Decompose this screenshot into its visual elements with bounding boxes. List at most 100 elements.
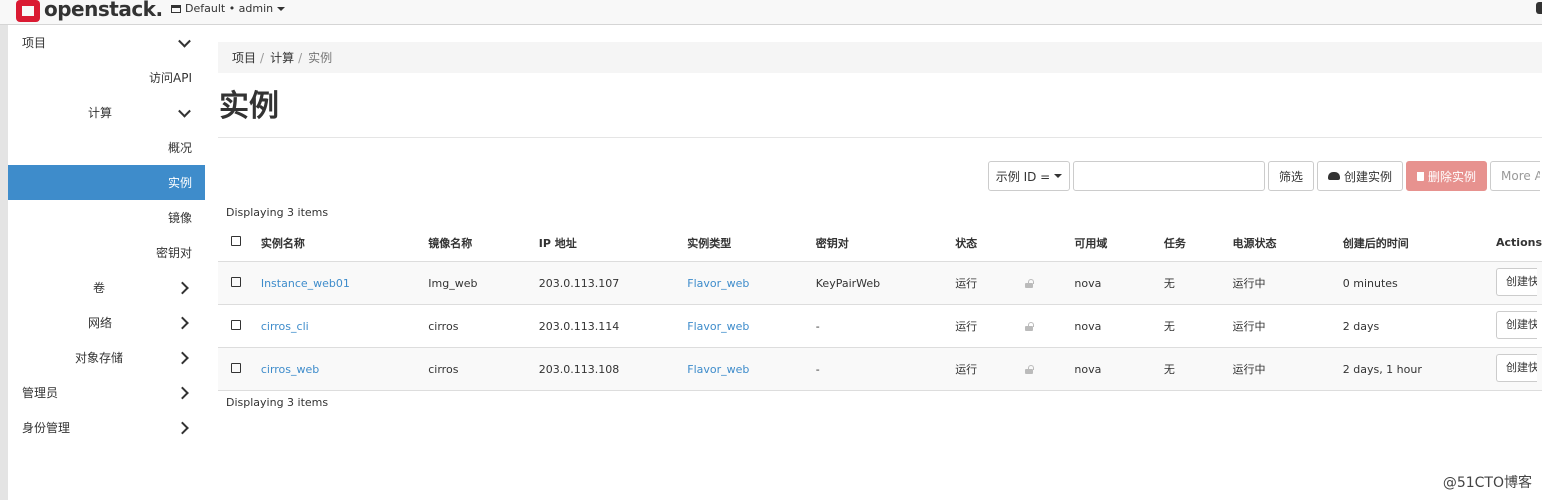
sidebar-item-access-api[interactable]: 访问API	[8, 60, 205, 95]
select-all-cell	[218, 224, 261, 262]
age-cell: 2 days	[1342, 304, 1496, 348]
row-select-cell	[218, 304, 261, 348]
flavor-cell: Flavor_web	[687, 261, 816, 305]
image-name-cell: cirros	[428, 304, 539, 348]
filter-field-select[interactable]: 示例 ID =	[988, 161, 1070, 191]
col-header-ip[interactable]: IP 地址	[539, 224, 687, 262]
lock-cell	[1024, 304, 1075, 348]
sidebar-item-volumes[interactable]: 卷	[8, 270, 205, 305]
col-header-status[interactable]: 状态	[955, 224, 1025, 262]
more-actions-button[interactable]: More Actions	[1490, 161, 1541, 191]
sidebar-item-label: 卷	[93, 281, 106, 295]
sidebar-item-label: 管理员	[22, 386, 59, 400]
title-divider	[218, 137, 1542, 138]
table-row: cirros_web cirros 203.0.113.108 Flavor_w…	[218, 347, 1542, 391]
cloud-upload-icon	[1328, 172, 1341, 180]
status-cell: 运行	[955, 304, 1025, 348]
flavor-link[interactable]: Flavor_web	[687, 320, 749, 333]
row-checkbox[interactable]	[231, 276, 241, 287]
zone-cell: nova	[1074, 304, 1164, 348]
flavor-link[interactable]: Flavor_web	[687, 277, 749, 290]
col-header-keypair[interactable]: 密钥对	[816, 224, 955, 262]
actions-cell: 创建快照	[1496, 304, 1542, 348]
sidebar-item-images[interactable]: 镜像	[8, 200, 205, 235]
sidebar-item-compute[interactable]: 计算	[8, 95, 205, 130]
user-icon[interactable]	[1536, 2, 1542, 14]
main-content: 项目 / 计算 / 实例 实例 示例 ID = 筛选 创建实例 删除实例 Mor…	[218, 42, 1542, 409]
ip-address-cell: 203.0.113.108	[538, 347, 688, 391]
breadcrumb-item-compute[interactable]: 计算	[270, 49, 294, 66]
unlock-icon	[1024, 278, 1034, 288]
watermark: @51CTO博客	[1442, 475, 1532, 491]
task-cell: 无	[1163, 347, 1233, 391]
sidebar-item-object-store[interactable]: 对象存储	[8, 340, 205, 375]
create-snapshot-button[interactable]: 创建快照	[1496, 353, 1537, 382]
sidebar-item-project[interactable]: 项目	[8, 25, 205, 60]
sidebar-item-label: 密钥对	[155, 246, 192, 260]
filter-input[interactable]	[1073, 161, 1265, 191]
delete-instances-label: 删除实例	[1428, 169, 1477, 184]
top-navbar: openstack. Default • admin	[0, 0, 1542, 25]
items-count-bottom: Displaying 3 items	[226, 396, 329, 409]
flavor-link[interactable]: Flavor_web	[687, 363, 749, 376]
sidebar-item-network[interactable]: 网络	[8, 305, 205, 340]
launch-instance-label: 创建实例	[1344, 169, 1393, 184]
project-selector[interactable]: Default • admin	[171, 2, 286, 15]
caret-down-icon	[277, 6, 286, 11]
instance-name-cell: cirros_web	[260, 347, 429, 391]
instance-name-cell: cirros_cli	[260, 304, 429, 348]
instance-name-link[interactable]: cirros_cli	[261, 320, 309, 333]
lock-cell	[1024, 261, 1075, 305]
table-actions: 示例 ID = 筛选 创建实例 删除实例 More Actions	[988, 161, 1541, 191]
sidebar-item-identity[interactable]: 身份管理	[8, 410, 205, 445]
chevron-right-icon	[176, 316, 189, 329]
col-header-age[interactable]: 创建后的时间	[1343, 224, 1496, 262]
col-header-lock	[1025, 224, 1075, 262]
instance-name-link[interactable]: cirros_web	[261, 363, 319, 376]
zone-cell: nova	[1074, 347, 1164, 391]
delete-instances-button[interactable]: 删除实例	[1406, 161, 1488, 191]
breadcrumb: 项目 / 计算 / 实例	[218, 42, 1542, 73]
openstack-logo-icon	[16, 0, 40, 22]
col-header-task[interactable]: 任务	[1164, 224, 1233, 262]
row-select-cell	[218, 347, 261, 391]
chevron-right-icon	[176, 386, 189, 399]
select-all-checkbox[interactable]	[231, 236, 241, 246]
create-snapshot-button[interactable]: 创建快照	[1496, 310, 1537, 339]
power-state-cell: 运行中	[1232, 261, 1343, 305]
filter-button[interactable]: 筛选	[1268, 161, 1315, 191]
sidebar-item-admin[interactable]: 管理员	[8, 375, 205, 410]
actions-cell: 创建快照	[1496, 347, 1542, 391]
create-snapshot-button[interactable]: 创建快照	[1496, 267, 1537, 296]
brand-name: openstack.	[44, 0, 163, 21]
sidebar-item-overview[interactable]: 概况	[8, 130, 205, 165]
sidebar-item-key-pairs[interactable]: 密钥对	[8, 235, 205, 270]
status-cell: 运行	[955, 347, 1025, 391]
power-state-cell: 运行中	[1232, 347, 1343, 391]
unlock-icon	[1024, 321, 1034, 331]
chevron-right-icon	[176, 421, 189, 434]
col-header-name[interactable]: 实例名称	[261, 224, 428, 262]
col-header-power[interactable]: 电源状态	[1232, 224, 1342, 262]
breadcrumb-separator: /	[260, 50, 265, 65]
openstack-logo[interactable]: openstack.	[16, 0, 163, 22]
sidebar-item-label: 访问API	[149, 71, 192, 85]
window-left-edge	[0, 0, 8, 500]
launch-instance-button[interactable]: 创建实例	[1317, 161, 1404, 191]
col-header-zone[interactable]: 可用域	[1074, 224, 1164, 262]
task-cell: 无	[1163, 261, 1233, 305]
col-header-flavor[interactable]: 实例类型	[687, 224, 816, 262]
row-checkbox[interactable]	[231, 362, 241, 373]
instance-name-link[interactable]: Instance_web01	[261, 277, 350, 290]
breadcrumb-item-project[interactable]: 项目	[232, 49, 256, 66]
sidebar-item-instances[interactable]: 实例	[8, 165, 205, 200]
sidebar-item-label: 镜像	[167, 211, 192, 225]
filter-button-label: 筛选	[1279, 169, 1304, 184]
sidebar-item-label: 网络	[88, 316, 113, 330]
chevron-right-icon	[176, 281, 189, 294]
table-header-row: 实例名称 镜像名称 IP 地址 实例类型 密钥对 状态 可用域 任务 电源状态 …	[218, 224, 1542, 262]
col-header-image[interactable]: 镜像名称	[428, 224, 539, 262]
sidebar-item-label: 实例	[167, 176, 192, 190]
row-checkbox[interactable]	[231, 319, 241, 330]
task-cell: 无	[1163, 304, 1233, 348]
